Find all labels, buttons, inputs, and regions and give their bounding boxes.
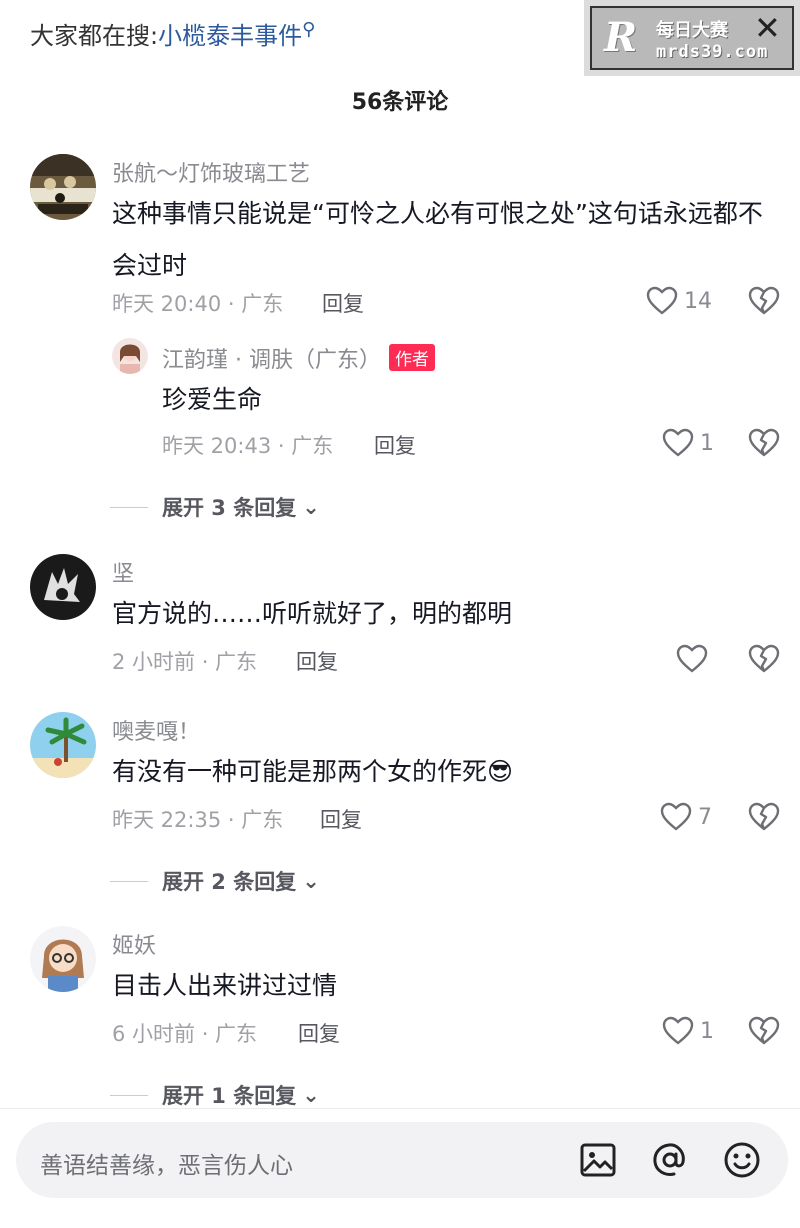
reply-author-label: 江韵瑾 · 调肤（广东） [162, 348, 381, 373]
heart-icon [660, 802, 692, 831]
expand-replies-button[interactable]: 展开 3 条回复 ⌄ [110, 492, 320, 522]
reply-button[interactable]: 回复 [296, 646, 338, 676]
dislike-button[interactable] [748, 644, 780, 678]
like-button[interactable] [676, 644, 714, 674]
comment-text: 有没有一种可能是那两个女的作死😎 [112, 746, 772, 798]
comment-item: 坚 官方说的……听听就好了，明的都明 2 小时前 · 广东 回复 [0, 554, 800, 684]
comment-item: 噢麦嘎！ 有没有一种可能是那两个女的作死😎 昨天 22:35 · 广东 回复 7… [0, 712, 800, 902]
search-icon[interactable]: ⚲ [302, 19, 315, 40]
avatar[interactable] [30, 554, 96, 620]
comment-count-title: 56条评论 [351, 90, 449, 115]
dislike-button[interactable] [748, 286, 780, 320]
watermark-title: 每日大赛 [656, 20, 728, 41]
heart-icon [646, 286, 678, 315]
dislike-button[interactable] [748, 1016, 780, 1050]
avatar[interactable] [30, 154, 96, 220]
expand-replies-label: 展开 3 条回复 [162, 496, 297, 520]
watermark-url: mrds39.com [656, 42, 769, 62]
broken-heart-icon [748, 286, 780, 315]
close-icon[interactable]: ✕ [754, 8, 781, 48]
comment-input-placeholder: 善语结善缘，恶言伤人心 [40, 1153, 293, 1179]
like-button[interactable]: 1 [662, 1016, 714, 1046]
broken-heart-icon [748, 1016, 780, 1045]
dislike-button[interactable] [748, 428, 780, 462]
like-count: 1 [700, 1018, 714, 1044]
reply-text: 珍爱生命 [162, 385, 263, 414]
expand-divider [110, 506, 148, 508]
reply-button[interactable]: 回复 [320, 804, 362, 834]
trending-keyword[interactable]: 小榄泰丰事件 [158, 22, 302, 50]
comment-item: 张航～灯饰玻璃工艺 这种事情只能说是“可怜之人必有可恨之处”这句话永远都不会过时… [0, 150, 800, 530]
watermark-banner: R 每日大赛 mrds39.com ✕ [584, 0, 800, 76]
broken-heart-icon [748, 802, 780, 831]
expand-replies-label: 展开 2 条回复 [162, 870, 297, 894]
comment-text: 官方说的……听听就好了，明的都明 [112, 599, 513, 628]
comment-meta: 2 小时前 · 广东 [112, 650, 258, 674]
comment-meta: 昨天 20:40 · 广东 [112, 292, 284, 316]
heart-icon [662, 428, 694, 457]
comment-meta: 6 小时前 · 广东 [112, 1022, 258, 1046]
reply-author-name[interactable]: 江韵瑾 · 调肤（广东） 作者 [162, 342, 435, 374]
like-count: 1 [700, 430, 714, 456]
trending-label: 大家都在搜: [30, 22, 159, 50]
broken-heart-icon [748, 644, 780, 673]
comment-author-name[interactable]: 姬妖 [112, 928, 156, 960]
reply-avatar[interactable] [112, 338, 148, 374]
comment-text-body: 有没有一种可能是那两个女的作死 [112, 757, 488, 786]
avatar[interactable] [30, 712, 96, 778]
sunglasses-emoji: 😎 [487, 757, 514, 786]
input-divider [0, 1108, 800, 1109]
comment-meta: 昨天 22:35 · 广东 [112, 808, 284, 832]
comment-input[interactable]: 善语结善缘，恶言伤人心 [16, 1122, 788, 1198]
trending-search-bar[interactable]: 大家都在搜:小榄泰丰事件⚲ [30, 16, 315, 51]
broken-heart-icon [748, 428, 780, 457]
comment-text: 目击人出来讲过过情 [112, 971, 338, 1000]
chevron-down-icon: ⌄ [302, 1083, 320, 1107]
author-badge: 作者 [388, 344, 435, 371]
expand-replies-label: 展开 1 条回复 [162, 1084, 297, 1108]
expand-divider [110, 880, 148, 882]
comment-author-name[interactable]: 噢麦嘎！ [112, 714, 200, 746]
watermark-frame: R 每日大赛 mrds39.com ✕ [590, 6, 794, 70]
comment-text: 这种事情只能说是“可怜之人必有可恨之处”这句话永远都不会过时 [112, 199, 763, 280]
reply-button[interactable]: 回复 [298, 1018, 340, 1048]
like-count: 7 [698, 804, 712, 830]
expand-replies-button[interactable]: 展开 1 条回复 ⌄ [110, 1080, 320, 1110]
smiley-icon[interactable] [722, 1140, 762, 1184]
expand-replies-button[interactable]: 展开 2 条回复 ⌄ [110, 866, 320, 896]
at-icon[interactable] [650, 1140, 690, 1184]
reply-meta: 昨天 20:43 · 广东 [162, 434, 334, 458]
avatar[interactable] [30, 926, 96, 992]
reply-button[interactable]: 回复 [322, 288, 364, 318]
like-count: 14 [684, 288, 712, 314]
like-button[interactable]: 1 [662, 428, 714, 458]
comment-item: 姬妖 目击人出来讲过过情 6 小时前 · 广东 回复 1 展开 1 条回复 ⌄ [0, 926, 800, 1108]
heart-icon [676, 644, 708, 673]
like-button[interactable]: 7 [660, 802, 712, 832]
like-button[interactable]: 14 [646, 286, 712, 316]
chevron-down-icon: ⌄ [302, 495, 320, 519]
comment-author-name[interactable]: 张航～灯饰玻璃工艺 [112, 156, 310, 188]
dislike-button[interactable] [748, 802, 780, 836]
watermark-logo: R [604, 14, 638, 61]
expand-divider [110, 1094, 148, 1096]
image-icon[interactable] [578, 1140, 618, 1184]
heart-icon [662, 1016, 694, 1045]
chevron-down-icon: ⌄ [302, 869, 320, 893]
comment-author-name[interactable]: 坚 [112, 556, 134, 588]
reply-button[interactable]: 回复 [374, 430, 416, 460]
